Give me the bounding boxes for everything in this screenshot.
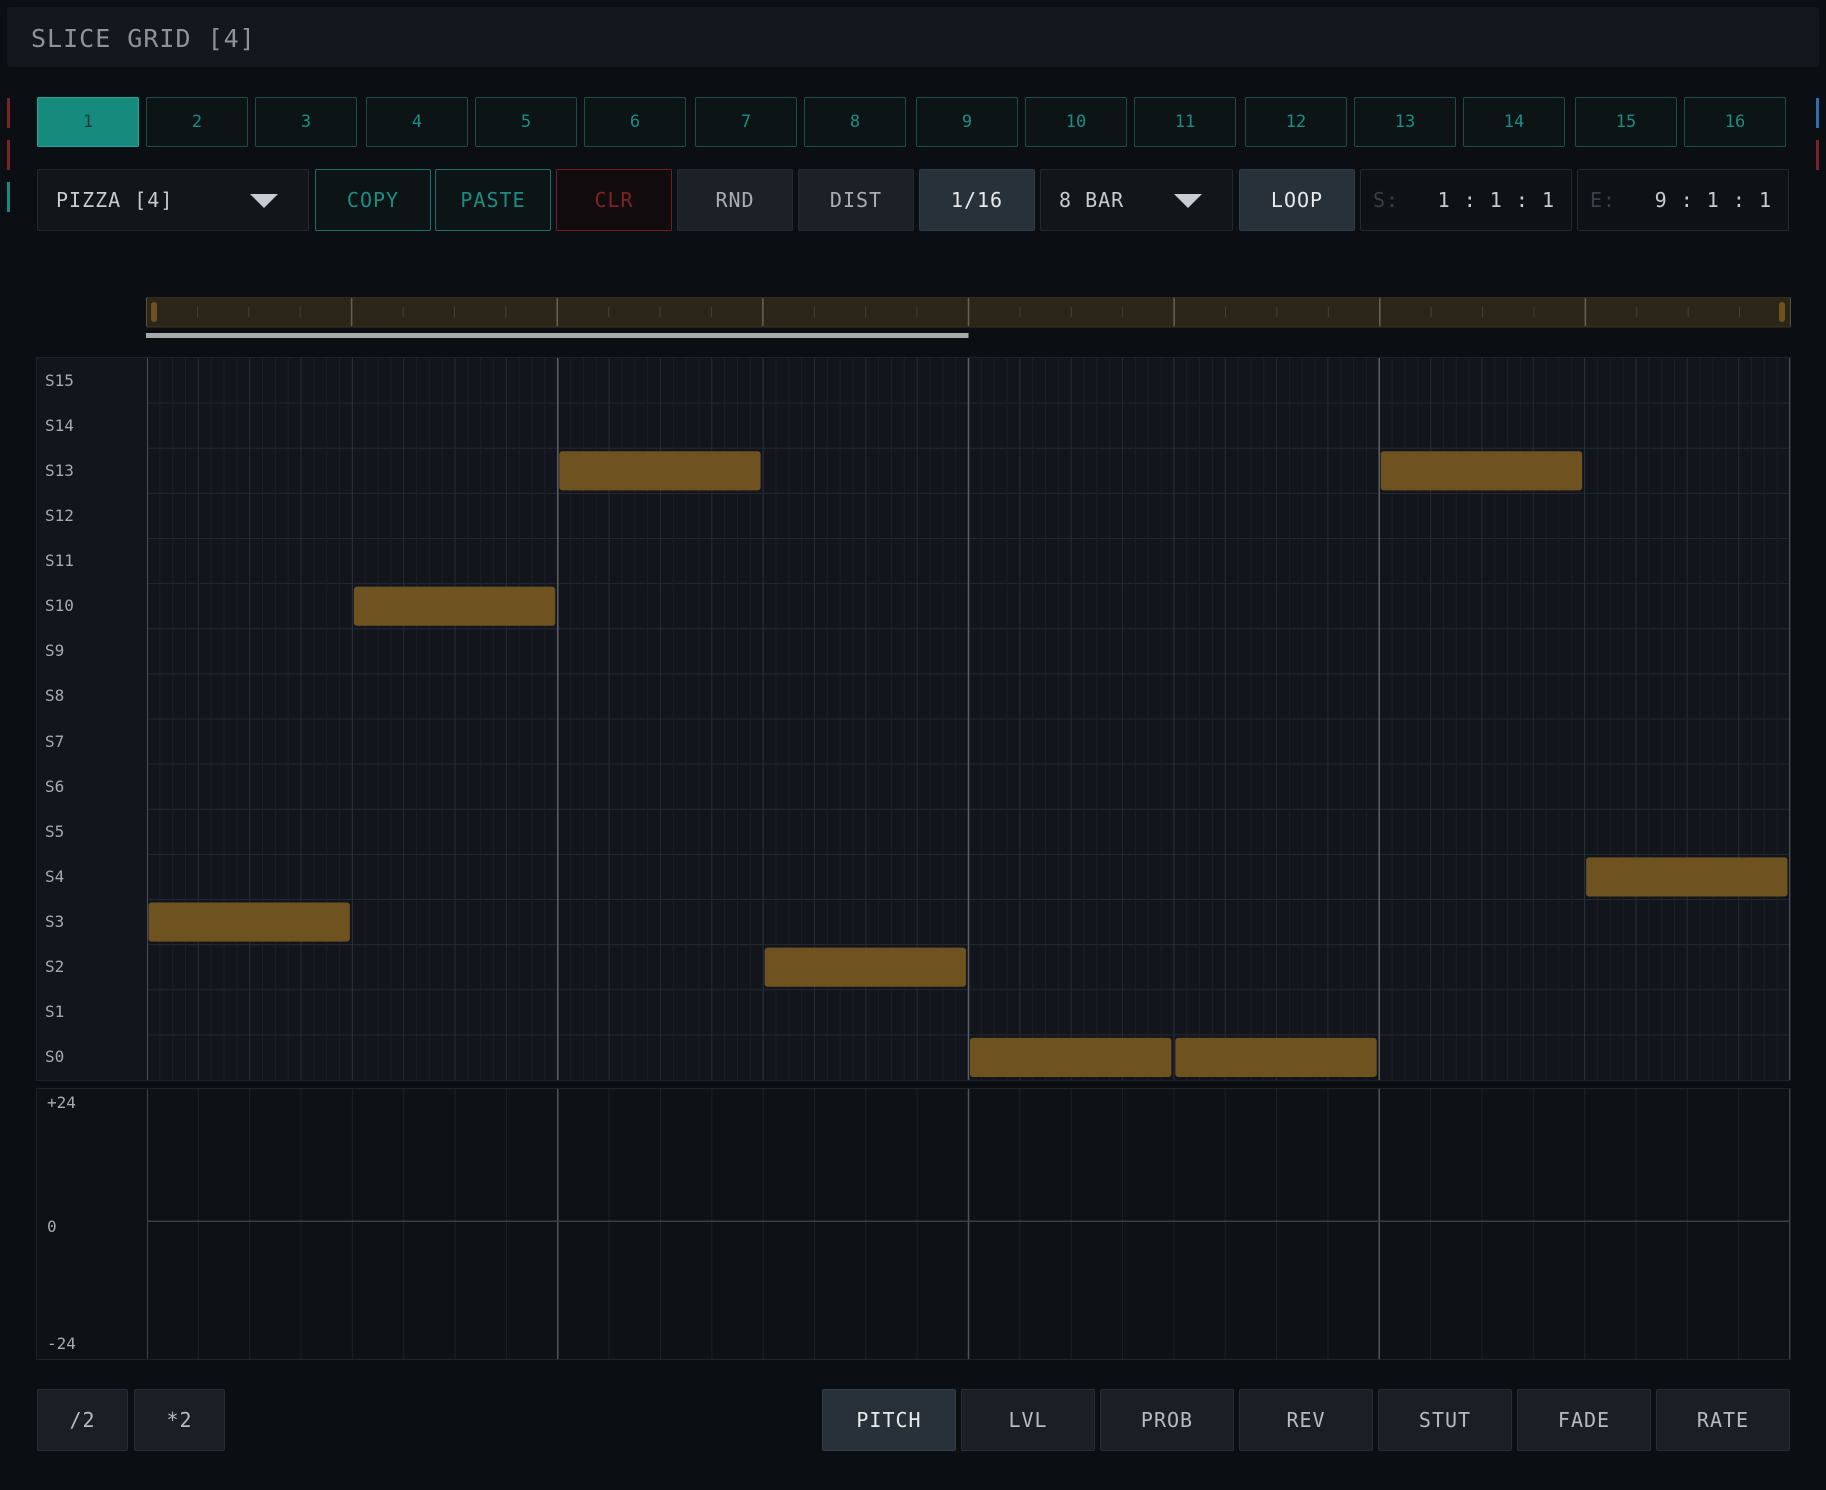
- left-indicator-teal: [7, 182, 10, 212]
- row-label-s11: S11: [45, 551, 74, 571]
- note-block-5[interactable]: [970, 1037, 1172, 1077]
- envelope-max-label: +24: [47, 1093, 76, 1112]
- lane-tab-rev[interactable]: REV: [1239, 1389, 1373, 1451]
- note-block-1[interactable]: [148, 902, 350, 942]
- right-indicator-blue: [1816, 98, 1819, 128]
- note-block-7[interactable]: [1380, 451, 1583, 491]
- note-grid-canvas[interactable]: [147, 358, 1790, 1080]
- right-indicator-red: [1816, 140, 1819, 170]
- chevron-down-icon: [250, 194, 278, 208]
- pattern-button-6[interactable]: 6: [584, 97, 686, 147]
- loop-end-handle[interactable]: [1779, 302, 1785, 322]
- pattern-button-1[interactable]: 1: [37, 97, 139, 147]
- row-label-s10: S10: [45, 596, 74, 616]
- left-indicator-red-2: [7, 140, 10, 170]
- note-block-6[interactable]: [1175, 1037, 1377, 1077]
- loop-end-field[interactable]: E: 9 : 1 : 1: [1577, 169, 1789, 231]
- pattern-button-5[interactable]: 5: [475, 97, 577, 147]
- pattern-button-8[interactable]: 8: [804, 97, 906, 147]
- loop-start-value: 1 : 1 : 1: [1437, 188, 1555, 212]
- row-label-s2: S2: [45, 957, 65, 977]
- pattern-button-7[interactable]: 7: [695, 97, 797, 147]
- lane-tab-lvl[interactable]: LVL: [961, 1389, 1095, 1451]
- row-label-s5: S5: [45, 821, 65, 841]
- row-label-s15: S15: [45, 370, 74, 390]
- pattern-button-16[interactable]: 16: [1684, 97, 1786, 147]
- pattern-button-2[interactable]: 2: [146, 97, 248, 147]
- row-label-s9: S9: [45, 641, 65, 661]
- envelope-zero-label: 0: [47, 1217, 57, 1236]
- envelope-lane[interactable]: +24 0 -24: [36, 1088, 1791, 1360]
- loop-end-prefix: E:: [1590, 188, 1617, 212]
- envelope-grid-lines: [147, 1089, 1790, 1359]
- row-label-s4: S4: [45, 866, 65, 886]
- chevron-down-icon: [1174, 194, 1202, 208]
- timeline-ruler[interactable]: [146, 297, 1791, 345]
- row-label-s7: S7: [45, 731, 65, 751]
- envelope-canvas[interactable]: [147, 1089, 1790, 1359]
- sample-dropdown[interactable]: PIZZA [4]: [37, 169, 309, 231]
- row-label-s12: S12: [45, 505, 74, 525]
- pattern-button-10[interactable]: 10: [1025, 97, 1127, 147]
- paste-button[interactable]: PASTE: [435, 169, 551, 231]
- pattern-button-15[interactable]: 15: [1575, 97, 1677, 147]
- loop-start-prefix: S:: [1373, 188, 1400, 212]
- random-button[interactable]: RND: [677, 169, 793, 231]
- row-label-s13: S13: [45, 460, 74, 480]
- sample-dropdown-label: PIZZA [4]: [56, 188, 174, 212]
- row-label-s6: S6: [45, 776, 65, 796]
- loop-button[interactable]: LOOP: [1239, 169, 1355, 231]
- note-grid[interactable]: S15 S14 S13 S12 S11 S10 S9 S8 S7 S6 S5 S4 S3 S2 S1 S0: [36, 357, 1791, 1081]
- note-block-2[interactable]: [353, 586, 556, 626]
- playback-progress-bar: [146, 333, 969, 338]
- pattern-button-12[interactable]: 12: [1245, 97, 1347, 147]
- row-label-s14: S14: [45, 415, 74, 435]
- pattern-button-14[interactable]: 14: [1463, 97, 1565, 147]
- copy-button[interactable]: COPY: [315, 169, 431, 231]
- lane-tab-prob[interactable]: PROB: [1100, 1389, 1234, 1451]
- note-block-4[interactable]: [764, 947, 966, 987]
- pattern-button-9[interactable]: 9: [916, 97, 1018, 147]
- length-dropdown-label: 8 BAR: [1059, 188, 1125, 212]
- loop-start-handle[interactable]: [151, 302, 157, 322]
- note-block-8[interactable]: [1586, 857, 1788, 897]
- clear-button[interactable]: CLR: [556, 169, 672, 231]
- lane-tab-stut[interactable]: STUT: [1378, 1389, 1512, 1451]
- row-label-s3: S3: [45, 912, 65, 932]
- lane-tab-rate[interactable]: RATE: [1656, 1389, 1790, 1451]
- note-block-3[interactable]: [559, 451, 761, 491]
- row-label-s1: S1: [45, 1002, 65, 1022]
- pattern-button-13[interactable]: 13: [1354, 97, 1456, 147]
- pattern-button-4[interactable]: 4: [366, 97, 468, 147]
- halve-button[interactable]: /2: [37, 1389, 128, 1451]
- title-bar: SLICE GRID [4]: [7, 7, 1819, 67]
- loop-start-field[interactable]: S: 1 : 1 : 1: [1360, 169, 1572, 231]
- pattern-button-3[interactable]: 3: [255, 97, 357, 147]
- double-button[interactable]: *2: [134, 1389, 225, 1451]
- left-indicator-red-1: [7, 98, 10, 128]
- lane-tab-pitch[interactable]: PITCH: [822, 1389, 956, 1451]
- lane-tab-fade[interactable]: FADE: [1517, 1389, 1651, 1451]
- length-dropdown[interactable]: 8 BAR: [1040, 169, 1233, 231]
- envelope-min-label: -24: [47, 1334, 76, 1353]
- row-label-s8: S8: [45, 686, 65, 706]
- window-title: SLICE GRID [4]: [31, 24, 256, 53]
- pattern-button-11[interactable]: 11: [1134, 97, 1236, 147]
- row-label-s0: S0: [45, 1047, 65, 1067]
- grid-division-button[interactable]: 1/16: [919, 169, 1035, 231]
- distribute-button[interactable]: DIST: [798, 169, 914, 231]
- loop-end-value: 9 : 1 : 1: [1654, 188, 1772, 212]
